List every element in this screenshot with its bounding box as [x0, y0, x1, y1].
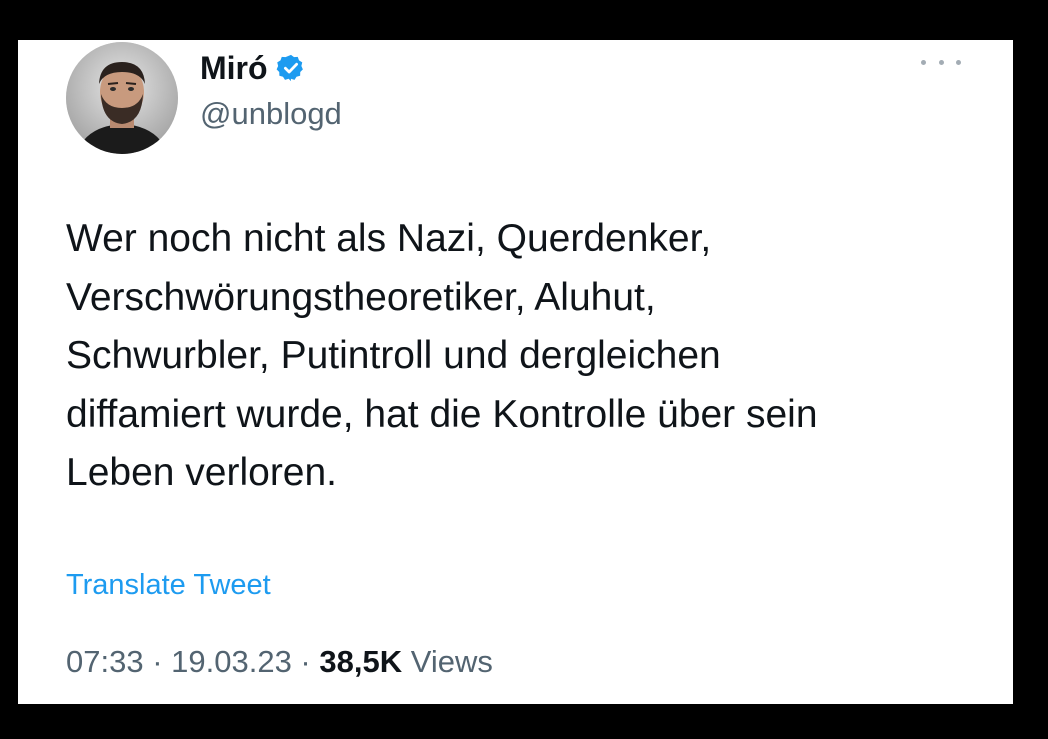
views-label: Views	[402, 644, 493, 679]
name-row: Miró	[200, 48, 306, 88]
tweet-meta: 07:33 · 19.03.23 · 38,5K Views	[66, 642, 493, 682]
avatar[interactable]	[66, 42, 178, 154]
views-count[interactable]: 38,5K	[319, 644, 402, 679]
meta-separator: ·	[291, 644, 320, 679]
translate-tweet-link[interactable]: Translate Tweet	[66, 565, 271, 605]
dot	[956, 59, 961, 65]
video-frame: Miró @unblogd Wer noch nicht als Nazi, Q…	[0, 0, 1048, 739]
display-name[interactable]: Miró	[200, 48, 268, 88]
handle[interactable]: @unblogd	[200, 95, 342, 133]
avatar-image	[66, 42, 178, 154]
meta-separator: ·	[143, 644, 172, 679]
verified-badge-icon	[276, 53, 306, 83]
tweet-card: Miró @unblogd Wer noch nicht als Nazi, Q…	[18, 40, 1013, 704]
tweet-time[interactable]: 07:33	[66, 644, 144, 679]
dot	[921, 59, 926, 65]
tweet-date[interactable]: 19.03.23	[171, 644, 292, 679]
tweet-text: Wer noch nicht als Nazi, Querdenker, Ver…	[66, 217, 818, 494]
more-options-icon[interactable]	[921, 50, 961, 74]
dot	[938, 59, 944, 65]
